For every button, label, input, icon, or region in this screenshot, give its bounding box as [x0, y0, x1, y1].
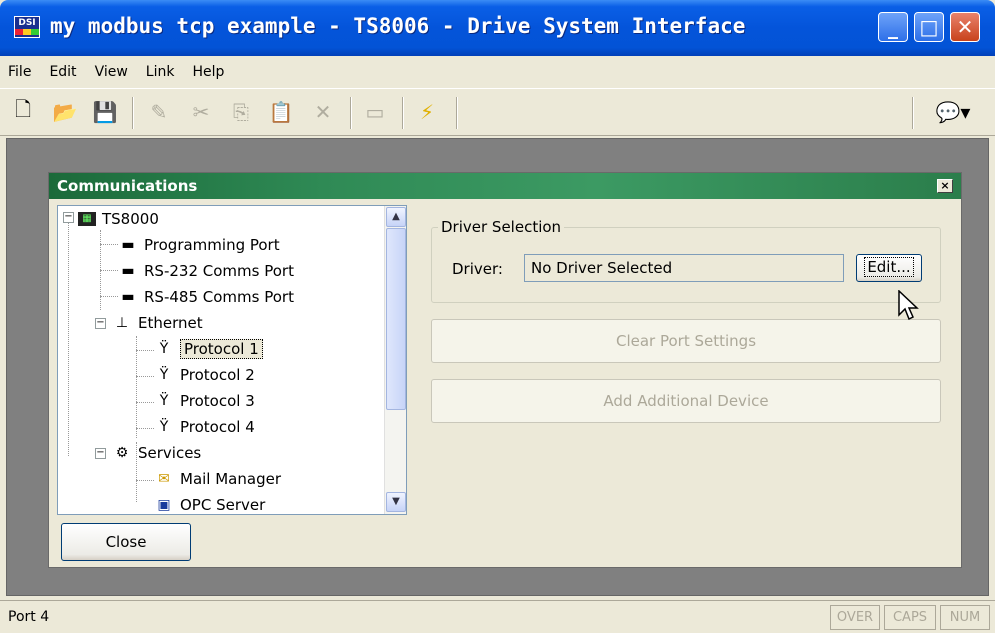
tree-item-protocol-2[interactable]: Ϋ Protocol 2 [154, 362, 255, 388]
tree-line [136, 428, 154, 429]
tree-item-rs232-port[interactable]: ▬ RS-232 Comms Port [118, 258, 294, 284]
menu-help[interactable]: Help [192, 64, 224, 80]
toolbar-separator [912, 97, 914, 129]
protocol-icon: Ϋ [159, 367, 169, 383]
maximize-button[interactable]: □ [914, 12, 944, 42]
tree-line [100, 296, 118, 297]
menu-edit[interactable]: Edit [49, 64, 76, 80]
tree-line [100, 244, 118, 245]
menu-view[interactable]: View [95, 64, 128, 80]
device-tree[interactable]: − ▦ TS8000 ▬ Programming Port ▬ RS-232 Com… [57, 205, 407, 515]
status-bar: Port 4 OVER CAPS NUM [0, 600, 995, 633]
port-icon: ▬ [121, 289, 135, 305]
tree-line [136, 350, 154, 351]
tree-line [100, 270, 118, 271]
mail-icon: ✉ [158, 471, 170, 487]
status-text: Port 4 [8, 609, 50, 625]
maximize-icon: □ [919, 15, 939, 39]
tree-item-rs485-port[interactable]: ▬ RS-485 Comms Port [118, 284, 294, 310]
port-icon: ▬ [121, 237, 135, 253]
copy-icon[interactable]: ⎘ [228, 99, 254, 125]
clear-port-settings-button[interactable]: Clear Port Settings [431, 319, 941, 363]
over-indicator: OVER [830, 605, 880, 630]
cut-icon[interactable]: ✂ [188, 99, 214, 125]
collapse-icon[interactable]: − [63, 212, 74, 223]
collapse-icon[interactable]: − [95, 318, 106, 329]
toolbar: 🗋 📂 💾 ✎ ✂ ⎘ 📋 ✕ ▭ ⚡ 💬▾ [0, 88, 995, 136]
close-icon: ✕ [956, 15, 974, 39]
tree-item-protocol-3[interactable]: Ϋ Protocol 3 [154, 388, 255, 414]
tree-item-protocol-1[interactable]: Ϋ Protocol 1 [154, 336, 263, 362]
dialog-title-bar[interactable]: Communications × [49, 173, 961, 199]
minimize-icon: _ [888, 15, 898, 39]
tree-item-protocol-4[interactable]: Ϋ Protocol 4 [154, 414, 255, 440]
add-additional-device-button[interactable]: Add Additional Device [431, 379, 941, 423]
collapse-icon[interactable]: − [95, 448, 106, 459]
open-icon[interactable]: 📂 [52, 99, 78, 125]
tree-item-mail-manager[interactable]: ✉ Mail Manager [154, 466, 281, 492]
num-indicator: NUM [940, 605, 990, 630]
toolbar-separator [402, 97, 404, 129]
toolbar-separator [456, 97, 458, 129]
tree-line [68, 222, 69, 456]
tree-line [136, 336, 137, 438]
paste-icon[interactable]: 📋 [268, 99, 294, 125]
tree-line [136, 402, 154, 403]
minimize-button[interactable]: _ [878, 12, 908, 42]
edit-driver-button[interactable]: Edit... [856, 254, 922, 282]
group-legend: Driver Selection [438, 218, 565, 236]
mouse-cursor-icon [898, 290, 919, 321]
port-icon: ▬ [121, 263, 135, 279]
protocol-icon: Ϋ [159, 341, 169, 357]
scroll-down-icon[interactable]: ▼ [386, 492, 406, 512]
save-icon[interactable]: 💾 [92, 99, 118, 125]
window-icon[interactable]: ▭ [362, 99, 388, 125]
toolbar-separator [350, 97, 352, 129]
toolbar-separator [132, 97, 134, 129]
lightning-icon[interactable]: ⚡ [414, 99, 440, 125]
tree-scrollbar[interactable]: ▲ ▼ [384, 206, 406, 514]
driver-label: Driver: [452, 260, 503, 278]
scroll-thumb[interactable] [386, 228, 406, 410]
driver-selection-group: Driver Selection Driver: No Driver Selec… [431, 218, 941, 303]
tree-item-services[interactable]: ⚙ Services [112, 440, 202, 466]
tree-item-root[interactable]: ▦ TS8000 [78, 206, 159, 232]
tree-line [136, 480, 154, 481]
menu-link[interactable]: Link [146, 64, 175, 80]
dialog-title: Communications [57, 177, 198, 195]
tree-line [136, 376, 154, 377]
close-dialog-button[interactable]: Close [61, 523, 191, 561]
gears-icon: ⚙ [115, 445, 129, 461]
caps-indicator: CAPS [884, 605, 936, 630]
tree-item-programming-port[interactable]: ▬ Programming Port [118, 232, 279, 258]
server-icon: ▣ [157, 497, 171, 513]
protocol-icon: Ϋ [159, 393, 169, 409]
scroll-up-icon[interactable]: ▲ [386, 207, 406, 227]
communications-dialog: Communications × − ▦ TS8000 ▬ Programming… [48, 172, 962, 568]
tree-item-opc-server[interactable]: ▣ OPC Server [154, 492, 265, 514]
window-title: my modbus tcp example - TS8006 - Drive S… [50, 14, 746, 38]
protocol-icon: Ϋ [159, 419, 169, 435]
menu-file[interactable]: File [8, 64, 31, 80]
tree-item-ethernet[interactable]: ⊥ Ethernet [112, 310, 203, 336]
device-icon: ▦ [78, 212, 96, 226]
close-window-button[interactable]: ✕ [950, 12, 980, 42]
new-icon[interactable]: 🗋 [10, 97, 36, 125]
delete-icon[interactable]: ✕ [310, 99, 336, 125]
dialog-close-icon[interactable]: × [937, 179, 953, 193]
comment-icon[interactable]: 💬▾ [928, 99, 978, 125]
app-icon: DSI [14, 16, 40, 38]
menu-bar: File Edit View Link Help [0, 56, 995, 88]
network-icon: ⊥ [115, 315, 129, 331]
driver-field: No Driver Selected [524, 254, 844, 282]
pencil-icon[interactable]: ✎ [146, 99, 172, 125]
title-bar[interactable]: DSI my modbus tcp example - TS8006 - Dri… [0, 0, 995, 56]
